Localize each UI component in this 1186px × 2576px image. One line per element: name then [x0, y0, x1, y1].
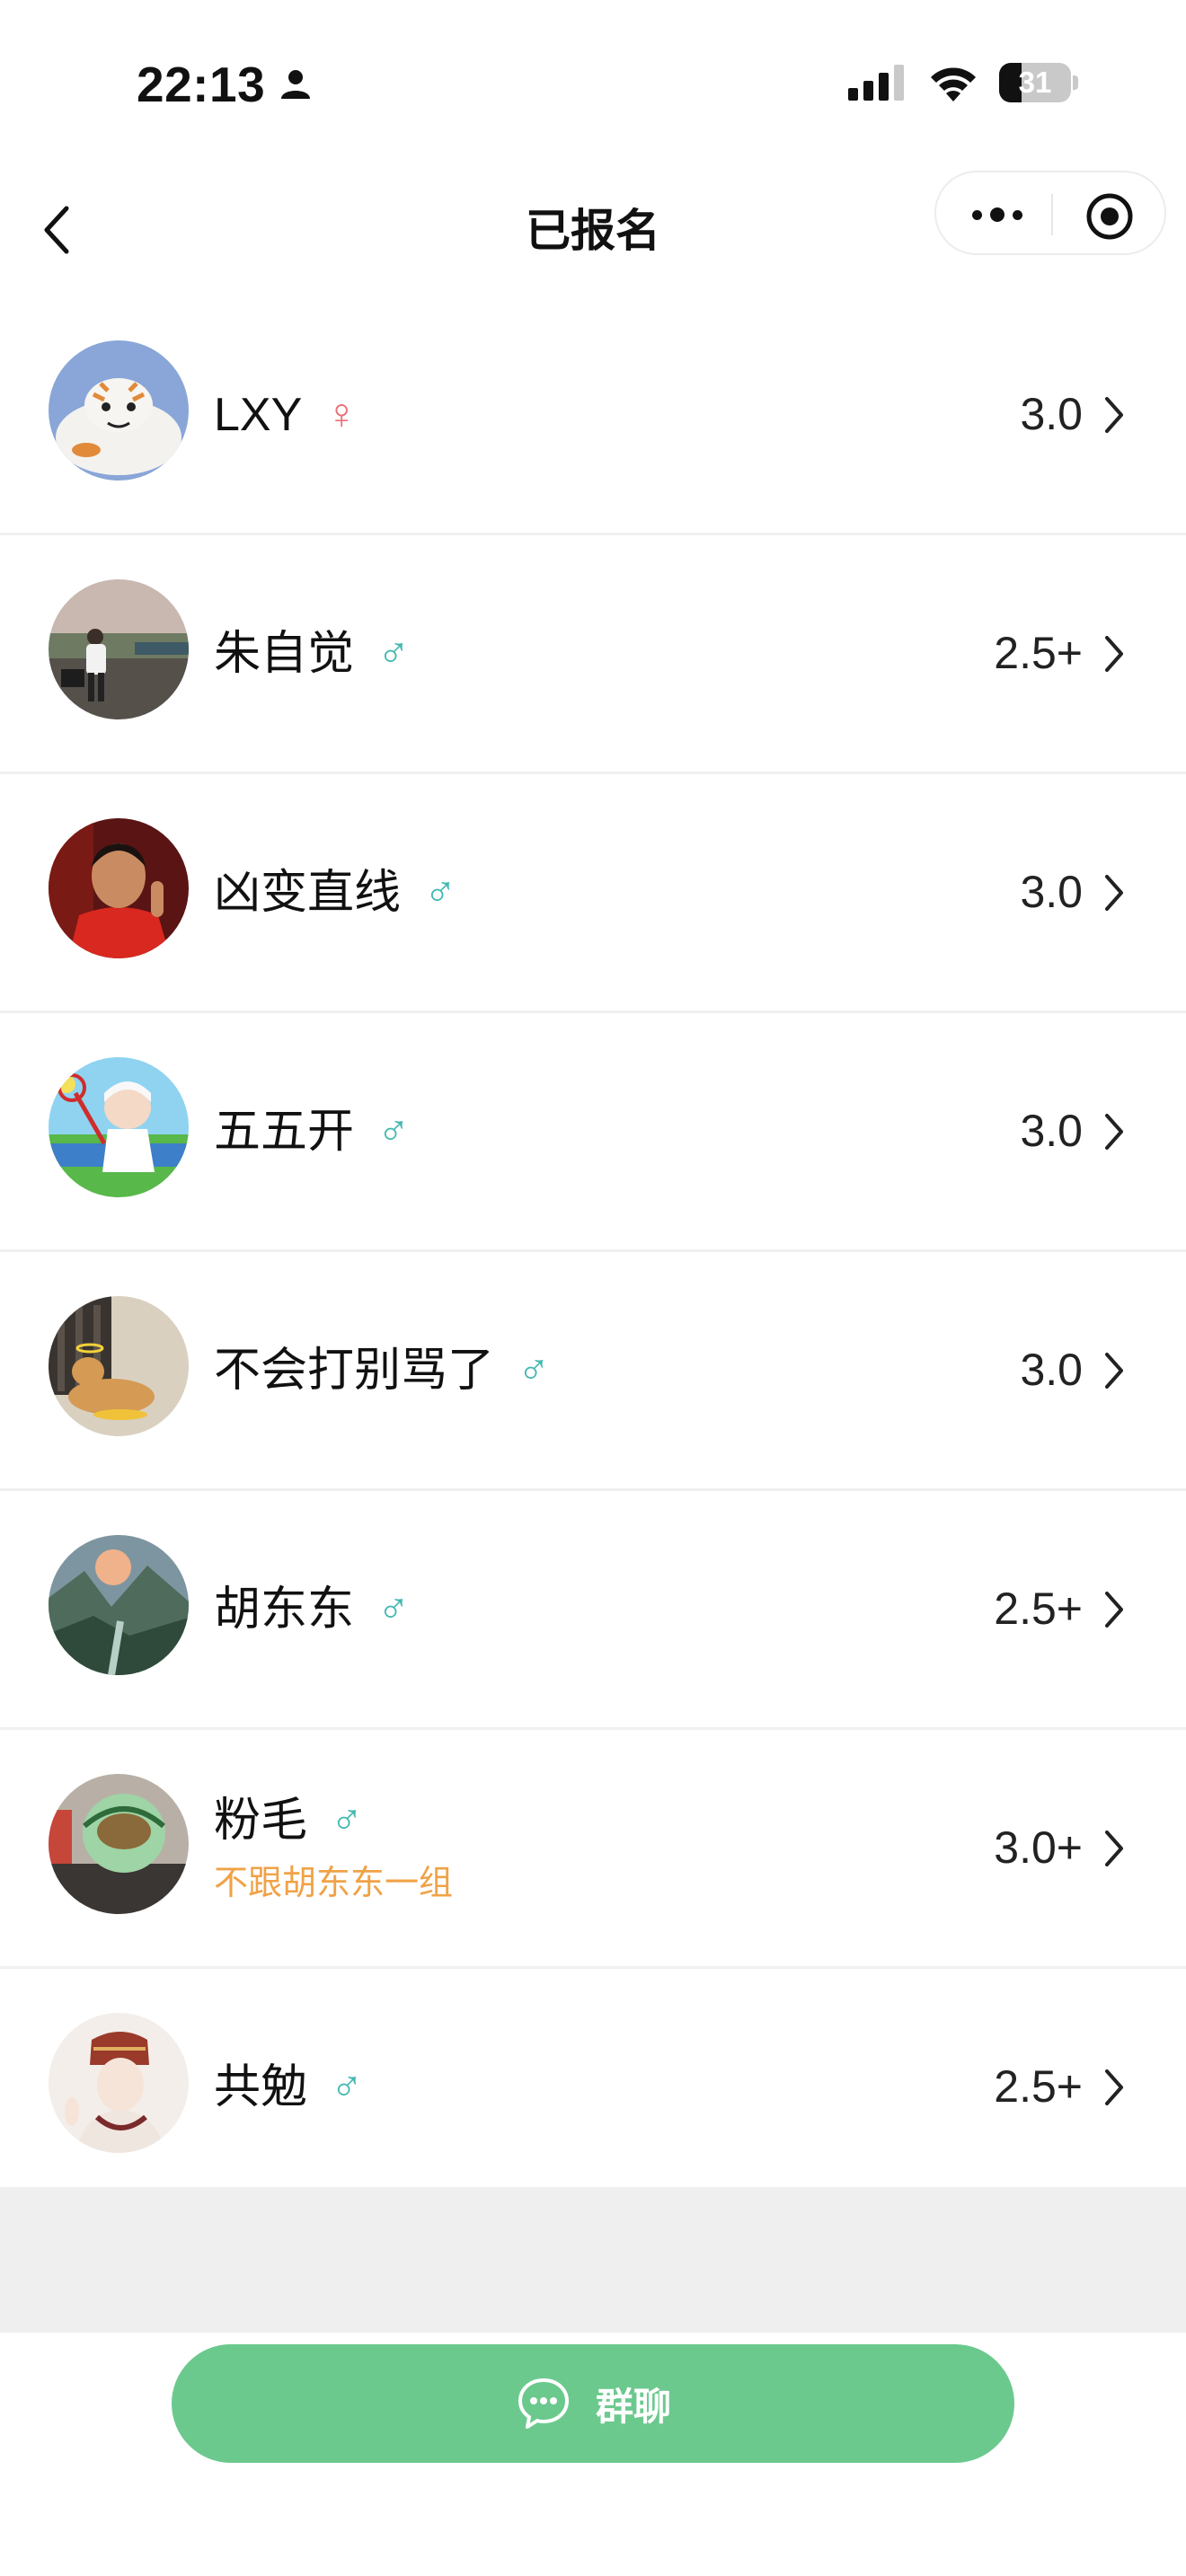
group-chat-label: 群聊	[595, 2385, 671, 2428]
chevron-right-icon	[1105, 2069, 1123, 2105]
participant-name: 凶变直线	[214, 866, 402, 919]
status-bar: 22:13 31	[0, 0, 1186, 171]
participant-name: 胡东东	[214, 1583, 355, 1636]
participant-level: 3.0	[1020, 867, 1083, 917]
group-chat-button[interactable]: 群聊	[172, 2344, 1014, 2463]
chevron-right-icon	[1105, 636, 1123, 672]
male-icon: ♂	[331, 1796, 364, 1844]
target-record-icon[interactable]	[1085, 192, 1134, 241]
participant-note: 不跟胡东东一组	[214, 1865, 454, 1902]
participant-name: 共勉	[214, 2060, 308, 2113]
participant-name-line: 共勉 ♂	[214, 2059, 363, 2116]
battery-tip	[1073, 75, 1078, 90]
male-icon: ♂	[377, 1584, 411, 1633]
participant-level: 3.0	[1020, 1345, 1083, 1395]
participant-row[interactable]: 粉毛 ♂ 不跟胡东东一组 3.0+	[0, 1730, 1186, 1969]
participant-row[interactable]: 五五开 ♂ 3.0	[0, 1013, 1186, 1252]
participant-row[interactable]: 共勉 ♂ 2.5+	[0, 1969, 1186, 2208]
avatar	[49, 340, 189, 481]
participant-row[interactable]: 胡东东 ♂ 2.5+	[0, 1491, 1186, 1730]
participant-row[interactable]: LXY ♀ 3.0	[0, 296, 1186, 535]
participant-level: 2.5+	[994, 2061, 1083, 2112]
male-icon: ♂	[518, 1345, 551, 1394]
participant-name-line: LXY ♀	[214, 386, 358, 444]
participant-info: LXY ♀	[214, 296, 358, 533]
avatar	[49, 1774, 189, 1914]
avatar	[49, 579, 189, 719]
list-footer-spacer	[0, 2187, 1186, 2333]
participant-name-line: 五五开 ♂	[214, 1103, 410, 1160]
wifi-icon	[931, 67, 976, 101]
participant-row[interactable]: 凶变直线 ♂ 3.0	[0, 774, 1186, 1013]
cellular-signal-icon	[848, 65, 904, 101]
mini-program-capsule	[934, 171, 1166, 255]
participant-level: 3.0+	[994, 1822, 1083, 1873]
participant-info: 共勉 ♂	[214, 1969, 363, 2205]
battery-percentage: 31	[1018, 66, 1052, 99]
participant-name: 不会打别骂了	[214, 1344, 495, 1397]
participant-level: 2.5+	[994, 628, 1083, 678]
participant-name: 五五开	[214, 1105, 355, 1158]
participant-name-line: 不会打别骂了 ♂	[214, 1342, 550, 1399]
participant-name-line: 胡东东 ♂	[214, 1581, 410, 1638]
participant-name-line: 朱自觉 ♂	[214, 625, 410, 683]
participant-name: LXY	[214, 388, 303, 441]
participant-info: 粉毛 ♂ 不跟胡东东一组	[214, 1730, 453, 1966]
chevron-right-icon	[1105, 397, 1123, 433]
chevron-right-icon	[1105, 1114, 1123, 1150]
participant-list: LXY ♀ 3.0 朱自觉 ♂ 2.5+ 凶变直线 ♂ 3.0 五五开 ♂ 3.…	[0, 296, 1186, 2208]
status-time-text: 22:13	[137, 57, 266, 112]
status-time: 22:13	[137, 56, 314, 113]
chevron-right-icon	[1105, 1592, 1123, 1628]
chat-bubble-icon	[518, 2378, 569, 2429]
battery-icon: 31	[999, 63, 1078, 102]
participant-info: 不会打别骂了 ♂	[214, 1252, 550, 1488]
capsule-divider	[1051, 194, 1053, 235]
participant-row[interactable]: 不会打别骂了 ♂ 3.0	[0, 1252, 1186, 1491]
nav-bar: 已报名	[0, 171, 1186, 296]
participant-info: 凶变直线 ♂	[214, 774, 456, 1010]
participant-name-line: 粉毛 ♂	[214, 1792, 453, 1849]
male-icon: ♂	[424, 868, 457, 916]
more-dots-icon[interactable]	[969, 192, 1026, 237]
participant-info: 朱自觉 ♂	[214, 535, 410, 772]
avatar	[49, 2013, 189, 2153]
chevron-right-icon	[1105, 875, 1123, 911]
participant-name: 朱自觉	[214, 627, 355, 680]
avatar	[49, 818, 189, 958]
participant-info: 五五开 ♂	[214, 1013, 410, 1249]
participant-row[interactable]: 朱自觉 ♂ 2.5+	[0, 535, 1186, 774]
participant-level: 3.0	[1020, 1106, 1083, 1156]
male-icon: ♂	[377, 1107, 411, 1155]
participant-info: 胡东东 ♂	[214, 1491, 410, 1727]
avatar	[49, 1535, 189, 1675]
chevron-right-icon	[1105, 1831, 1123, 1866]
avatar	[49, 1057, 189, 1197]
male-icon: ♂	[331, 2062, 364, 2111]
avatar	[49, 1296, 189, 1436]
participant-level: 3.0	[1020, 389, 1083, 439]
male-icon: ♂	[377, 629, 411, 677]
chevron-right-icon	[1105, 1353, 1123, 1389]
person-icon	[281, 70, 311, 99]
female-icon: ♀	[325, 390, 358, 438]
participant-name-line: 凶变直线 ♂	[214, 864, 456, 922]
participant-level: 2.5+	[994, 1584, 1083, 1634]
participant-name: 粉毛	[214, 1795, 308, 1847]
system-icons: 31	[848, 63, 1078, 102]
